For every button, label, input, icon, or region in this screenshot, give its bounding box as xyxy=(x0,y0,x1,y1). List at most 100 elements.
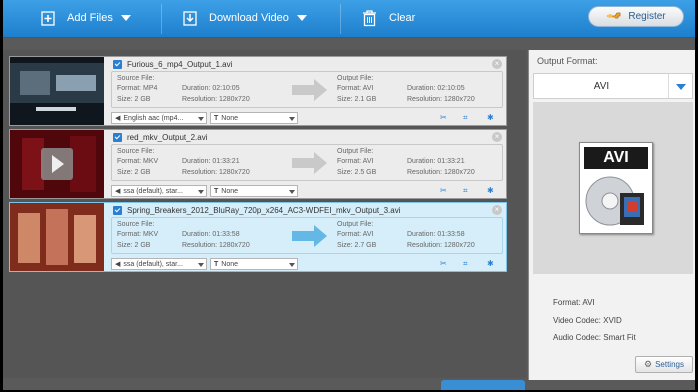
chevron-down-icon[interactable] xyxy=(296,15,307,21)
download-video-button[interactable]: Download Video xyxy=(183,0,307,36)
subtitle-select[interactable]: T None xyxy=(210,258,298,270)
bottom-tab[interactable] xyxy=(441,380,525,390)
speaker-icon: ◀ xyxy=(115,261,121,268)
toolbar: Add Files Download Video Clear Register xyxy=(3,0,695,38)
avi-icon-label: AVI xyxy=(584,147,648,169)
gear-icon: ⚙ xyxy=(644,359,653,369)
chevron-down-icon xyxy=(198,263,204,267)
audio-track-select[interactable]: ◀ ssa (default), star... xyxy=(111,185,207,197)
add-files-button[interactable]: Add Files xyxy=(41,0,131,36)
file-name: Furious_6_mp4_Output_1.avi xyxy=(127,60,233,69)
subtitle-icon: T xyxy=(214,187,219,195)
trash-icon xyxy=(362,9,377,27)
source-format: Format: MKV xyxy=(117,231,159,238)
source-format: Format: MP4 xyxy=(117,85,158,92)
add-files-icon xyxy=(41,10,57,26)
source-duration: Duration: 01:33:58 xyxy=(182,231,240,238)
output-format-value: AVI xyxy=(593,80,610,92)
audio-track-select[interactable]: ◀ English aac (mp4... xyxy=(111,112,207,124)
chevron-down-icon[interactable] xyxy=(668,74,692,98)
output-resolution: Resolution: 1280x720 xyxy=(407,169,475,176)
effects-icon[interactable]: ✱ xyxy=(487,259,494,268)
output-label: Output File: xyxy=(337,148,374,155)
audio-track-value: English aac (mp4... xyxy=(123,114,184,122)
arrow-icon xyxy=(292,78,328,104)
close-icon[interactable]: × xyxy=(492,205,502,215)
scissors-icon[interactable]: ✂ xyxy=(440,186,447,195)
register-label: Register xyxy=(628,11,666,22)
output-size: Size: 2.1 GB xyxy=(337,96,377,103)
audio-track-value: ssa (default), star... xyxy=(123,260,183,268)
file-item[interactable]: red_mkv_Output_2.avi × Source File: Form… xyxy=(9,129,507,199)
source-resolution: Resolution: 1280x720 xyxy=(182,169,250,176)
output-label: Output File: xyxy=(337,75,374,82)
file-info: Source File: Format: MP4 Duration: 02:10… xyxy=(111,71,503,108)
output-duration: Duration: 01:33:21 xyxy=(407,158,465,165)
clear-button[interactable]: Clear xyxy=(362,0,415,36)
toolbar-divider xyxy=(340,4,341,34)
add-files-label: Add Files xyxy=(67,12,113,24)
item-checkbox[interactable] xyxy=(113,133,122,142)
scissors-icon[interactable]: ✂ xyxy=(440,113,447,122)
file-info: Source File: Format: MKV Duration: 01:33… xyxy=(111,144,503,181)
chevron-down-icon xyxy=(198,190,204,194)
output-format-panel: Output Format: AVI AVI Format: AVI Video… xyxy=(528,50,695,380)
effects-icon[interactable]: ✱ xyxy=(487,113,494,122)
chevron-down-icon xyxy=(289,263,295,267)
chevron-down-icon xyxy=(198,117,204,121)
settings-button[interactable]: ⚙ Settings xyxy=(635,356,693,373)
subtitle-icon: T xyxy=(214,260,219,268)
register-button[interactable]: Register xyxy=(588,6,684,27)
speaker-icon: ◀ xyxy=(115,115,121,122)
output-format-select[interactable]: AVI xyxy=(533,73,693,99)
video-thumbnail[interactable] xyxy=(10,203,104,271)
output-label: Output File: xyxy=(337,221,374,228)
output-duration: Duration: 01:33:58 xyxy=(407,231,465,238)
subtitle-value: None xyxy=(221,114,239,122)
key-icon xyxy=(606,9,628,24)
source-size: Size: 2 GB xyxy=(117,242,151,249)
output-format: Format: AVI xyxy=(337,85,374,92)
download-icon xyxy=(183,10,199,26)
crop-icon[interactable]: ⌗ xyxy=(463,113,468,123)
source-label: Source File: xyxy=(117,75,155,82)
format-info: Format: AVI xyxy=(553,298,595,307)
settings-label: Settings xyxy=(655,360,684,369)
item-checkbox[interactable] xyxy=(113,206,122,215)
subtitle-icon: T xyxy=(214,114,219,122)
speaker-icon: ◀ xyxy=(115,188,121,195)
video-thumbnail[interactable] xyxy=(10,130,104,198)
effects-icon[interactable]: ✱ xyxy=(487,186,494,195)
crop-icon[interactable]: ⌗ xyxy=(463,186,468,196)
source-duration: Duration: 02:10:05 xyxy=(182,85,240,92)
output-format: Format: AVI xyxy=(337,158,374,165)
video-codec-info: Video Codec: XVID xyxy=(553,316,622,325)
close-icon[interactable]: × xyxy=(492,59,502,69)
panel-title: Output Format: xyxy=(537,56,598,66)
source-resolution: Resolution: 1280x720 xyxy=(182,96,250,103)
arrow-icon xyxy=(292,224,328,250)
output-duration: Duration: 02:10:05 xyxy=(407,85,465,92)
scissors-icon[interactable]: ✂ xyxy=(440,259,447,268)
output-size: Size: 2.5 GB xyxy=(337,169,377,176)
item-checkbox[interactable] xyxy=(113,60,122,69)
avi-file-icon: AVI xyxy=(579,142,653,234)
crop-icon[interactable]: ⌗ xyxy=(463,259,468,269)
subtitle-select[interactable]: T None xyxy=(210,185,298,197)
download-video-label: Download Video xyxy=(209,12,289,24)
file-list: Furious_6_mp4_Output_1.avi × Source File… xyxy=(3,50,526,378)
video-thumbnail[interactable] xyxy=(10,57,104,125)
source-label: Source File: xyxy=(117,221,155,228)
source-size: Size: 2 GB xyxy=(117,169,151,176)
subtitle-select[interactable]: T None xyxy=(210,112,298,124)
audio-track-select[interactable]: ◀ ssa (default), star... xyxy=(111,258,207,270)
source-label: Source File: xyxy=(117,148,155,155)
format-preview: AVI xyxy=(533,102,693,274)
subtitle-value: None xyxy=(221,187,239,195)
file-name: Spring_Breakers_2012_BluRay_720p_x264_AC… xyxy=(127,206,401,215)
chevron-down-icon[interactable] xyxy=(120,15,131,21)
file-item-selected[interactable]: Spring_Breakers_2012_BluRay_720p_x264_AC… xyxy=(9,202,507,272)
file-item[interactable]: Furious_6_mp4_Output_1.avi × Source File… xyxy=(9,56,507,126)
clear-label: Clear xyxy=(389,12,416,24)
close-icon[interactable]: × xyxy=(492,132,502,142)
